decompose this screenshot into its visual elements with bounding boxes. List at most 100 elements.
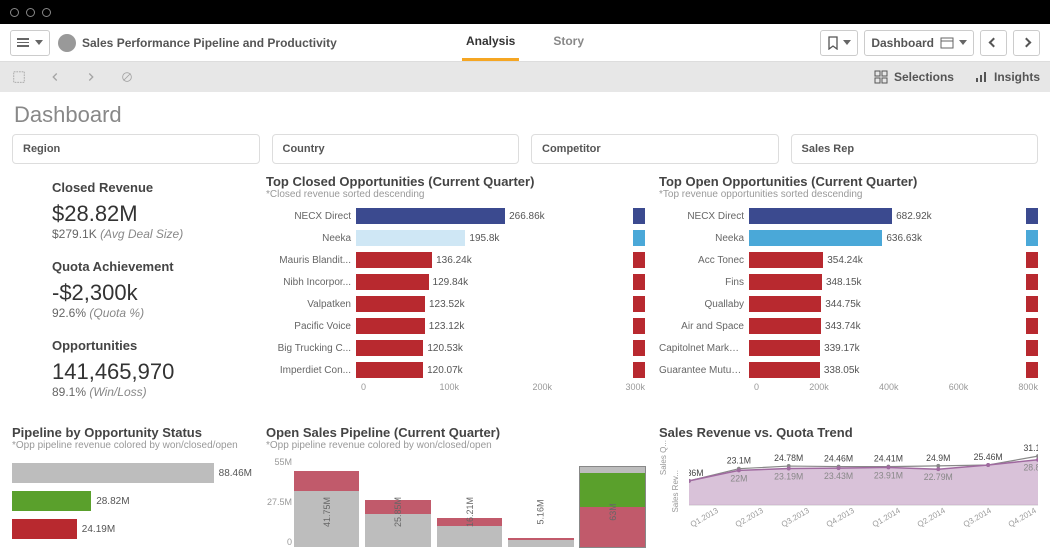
bar-row[interactable]: Quallaby344.75k bbox=[659, 294, 1038, 314]
selections-button[interactable]: Selections bbox=[874, 70, 954, 84]
chart-open-pipeline: Open Sales Pipeline (Current Quarter) *O… bbox=[266, 425, 645, 547]
bar-row[interactable]: Neeka636.63k bbox=[659, 228, 1038, 248]
sheet-icon bbox=[940, 37, 954, 49]
tab-story[interactable]: Story bbox=[549, 24, 588, 61]
filter-competitor[interactable]: Competitor bbox=[531, 134, 779, 164]
chart-title: Open Sales Pipeline (Current Quarter) bbox=[266, 425, 645, 440]
bar-side-marker bbox=[1026, 296, 1038, 312]
bar-value: 24.19M bbox=[82, 524, 115, 535]
data-point[interactable] bbox=[936, 467, 940, 471]
bar-row[interactable]: Imperdiet Con...120.07k bbox=[266, 360, 645, 380]
filter-country[interactable]: Country bbox=[272, 134, 520, 164]
bar-row[interactable]: NECX Direct682.92k bbox=[659, 206, 1038, 226]
stacked-bar[interactable]: 41.75M bbox=[294, 471, 359, 547]
bar-row[interactable]: Nibh Incorpor... 129.84k bbox=[266, 272, 645, 292]
bar-row[interactable]: Fins348.15k bbox=[659, 272, 1038, 292]
bar-label: Nibh Incorpor... bbox=[266, 277, 356, 288]
data-point[interactable] bbox=[737, 468, 741, 472]
data-point[interactable] bbox=[787, 467, 791, 471]
data-point[interactable] bbox=[1036, 454, 1038, 458]
data-label: 23.43M bbox=[824, 471, 853, 481]
data-label: 15.36M bbox=[689, 468, 704, 478]
nav-next-button[interactable] bbox=[1013, 30, 1040, 56]
kpi-label: Closed Revenue bbox=[52, 180, 248, 195]
data-label: 24.41M bbox=[874, 454, 903, 464]
bar-row[interactable]: Guarantee Mutual Life ...338.05k bbox=[659, 360, 1038, 380]
clear-selections-icon[interactable] bbox=[118, 68, 136, 86]
bar-value: 129.84k bbox=[433, 277, 469, 288]
bar-row[interactable]: Capitolnet Marketing G...339.17k bbox=[659, 338, 1038, 358]
traffic-light-min[interactable] bbox=[26, 8, 35, 17]
pipeline-bar[interactable]: 28.82M bbox=[12, 489, 252, 513]
kpi-sub-desc: (Avg Deal Size) bbox=[100, 227, 183, 241]
bar-segment bbox=[580, 473, 645, 507]
bar-label: Big Trucking C... bbox=[266, 343, 356, 354]
bar-fill bbox=[356, 208, 505, 224]
step-back-icon[interactable] bbox=[46, 68, 64, 86]
bar-fill bbox=[356, 274, 429, 290]
axis-tick: 0 bbox=[754, 382, 759, 392]
data-label: 22.79M bbox=[924, 472, 953, 482]
bar-row[interactable]: Big Trucking C...120.53k bbox=[266, 338, 645, 358]
bar-value: 339.17k bbox=[824, 343, 860, 354]
stacked-bar[interactable]: 25.85M bbox=[365, 500, 430, 547]
bar-side-marker bbox=[1026, 274, 1038, 290]
nav-prev-button[interactable] bbox=[980, 30, 1007, 56]
bar-side-marker bbox=[633, 318, 645, 334]
bar-side-marker bbox=[1026, 318, 1038, 334]
kpi-sub-val: $279.1K bbox=[52, 227, 97, 241]
filter-region[interactable]: Region bbox=[12, 134, 260, 164]
traffic-light-max[interactable] bbox=[42, 8, 51, 17]
view-selector[interactable]: Dashboard bbox=[864, 30, 974, 56]
tab-analysis[interactable]: Analysis bbox=[462, 24, 519, 61]
chart-subtitle: *Top revenue opportunities sorted descen… bbox=[659, 189, 1038, 200]
kpi-label: Quota Achievement bbox=[52, 259, 248, 274]
bar-label: Neeka bbox=[659, 233, 749, 244]
bar-value: 63M bbox=[607, 503, 617, 521]
bar-row[interactable]: Mauris Blandit...136.24k bbox=[266, 250, 645, 270]
bar-row[interactable]: Valpatken123.52k bbox=[266, 294, 645, 314]
bar-fill bbox=[749, 296, 821, 312]
bar-row[interactable]: Pacific Voice123.12k bbox=[266, 316, 645, 336]
insights-button[interactable]: Insights bbox=[974, 70, 1040, 84]
menu-button[interactable] bbox=[10, 30, 50, 56]
bar-segment bbox=[294, 471, 359, 491]
bar-side-marker bbox=[633, 208, 645, 224]
stacked-bar[interactable]: 5.16M bbox=[508, 538, 573, 547]
bar-row[interactable]: Air and Space343.74k bbox=[659, 316, 1038, 336]
chart-subtitle: *Opp pipeline revenue colored by won/clo… bbox=[12, 440, 252, 451]
bar-fill bbox=[749, 230, 882, 246]
bar-label: NECX Direct bbox=[266, 211, 356, 222]
window-titlebar bbox=[0, 0, 1050, 24]
data-point[interactable] bbox=[986, 463, 990, 467]
stacked-bar[interactable]: 63M bbox=[580, 467, 645, 547]
traffic-light-close[interactable] bbox=[10, 8, 19, 17]
bar-fill bbox=[356, 318, 425, 334]
bookmark-button[interactable] bbox=[820, 30, 858, 56]
bar-side-marker bbox=[633, 274, 645, 290]
caret-down-icon bbox=[959, 40, 967, 45]
data-point[interactable] bbox=[886, 465, 890, 469]
bar-label: Valpatken bbox=[266, 299, 356, 310]
bar-row[interactable]: Neeka195.8k bbox=[266, 228, 645, 248]
bar-value: 338.05k bbox=[824, 365, 860, 376]
pipeline-bar[interactable]: 88.46M bbox=[12, 461, 252, 485]
axis-tick: 600k bbox=[949, 382, 969, 392]
data-point[interactable] bbox=[837, 466, 841, 470]
step-forward-icon[interactable] bbox=[82, 68, 100, 86]
bar-value: 343.74k bbox=[825, 321, 861, 332]
bar-side-marker bbox=[1026, 362, 1038, 378]
chart-top-open: Top Open Opportunities (Current Quarter)… bbox=[659, 174, 1038, 417]
axis-tick: 0 bbox=[361, 382, 366, 392]
filter-sales-rep[interactable]: Sales Rep bbox=[791, 134, 1039, 164]
bar-row[interactable]: Acc Tonec354.24k bbox=[659, 250, 1038, 270]
stacked-bar[interactable]: 16.21M bbox=[437, 518, 502, 547]
kpi-label: Opportunities bbox=[52, 338, 248, 353]
bar-fill bbox=[12, 463, 214, 483]
data-label: 23.1M bbox=[727, 456, 751, 466]
kpi-sub-val: 92.6% bbox=[52, 306, 86, 320]
pipeline-bar[interactable]: 24.19M bbox=[12, 517, 252, 541]
top-bar: Sales Performance Pipeline and Productiv… bbox=[0, 24, 1050, 62]
bar-row[interactable]: NECX Direct266.86k bbox=[266, 206, 645, 226]
smart-search-icon[interactable] bbox=[10, 68, 28, 86]
